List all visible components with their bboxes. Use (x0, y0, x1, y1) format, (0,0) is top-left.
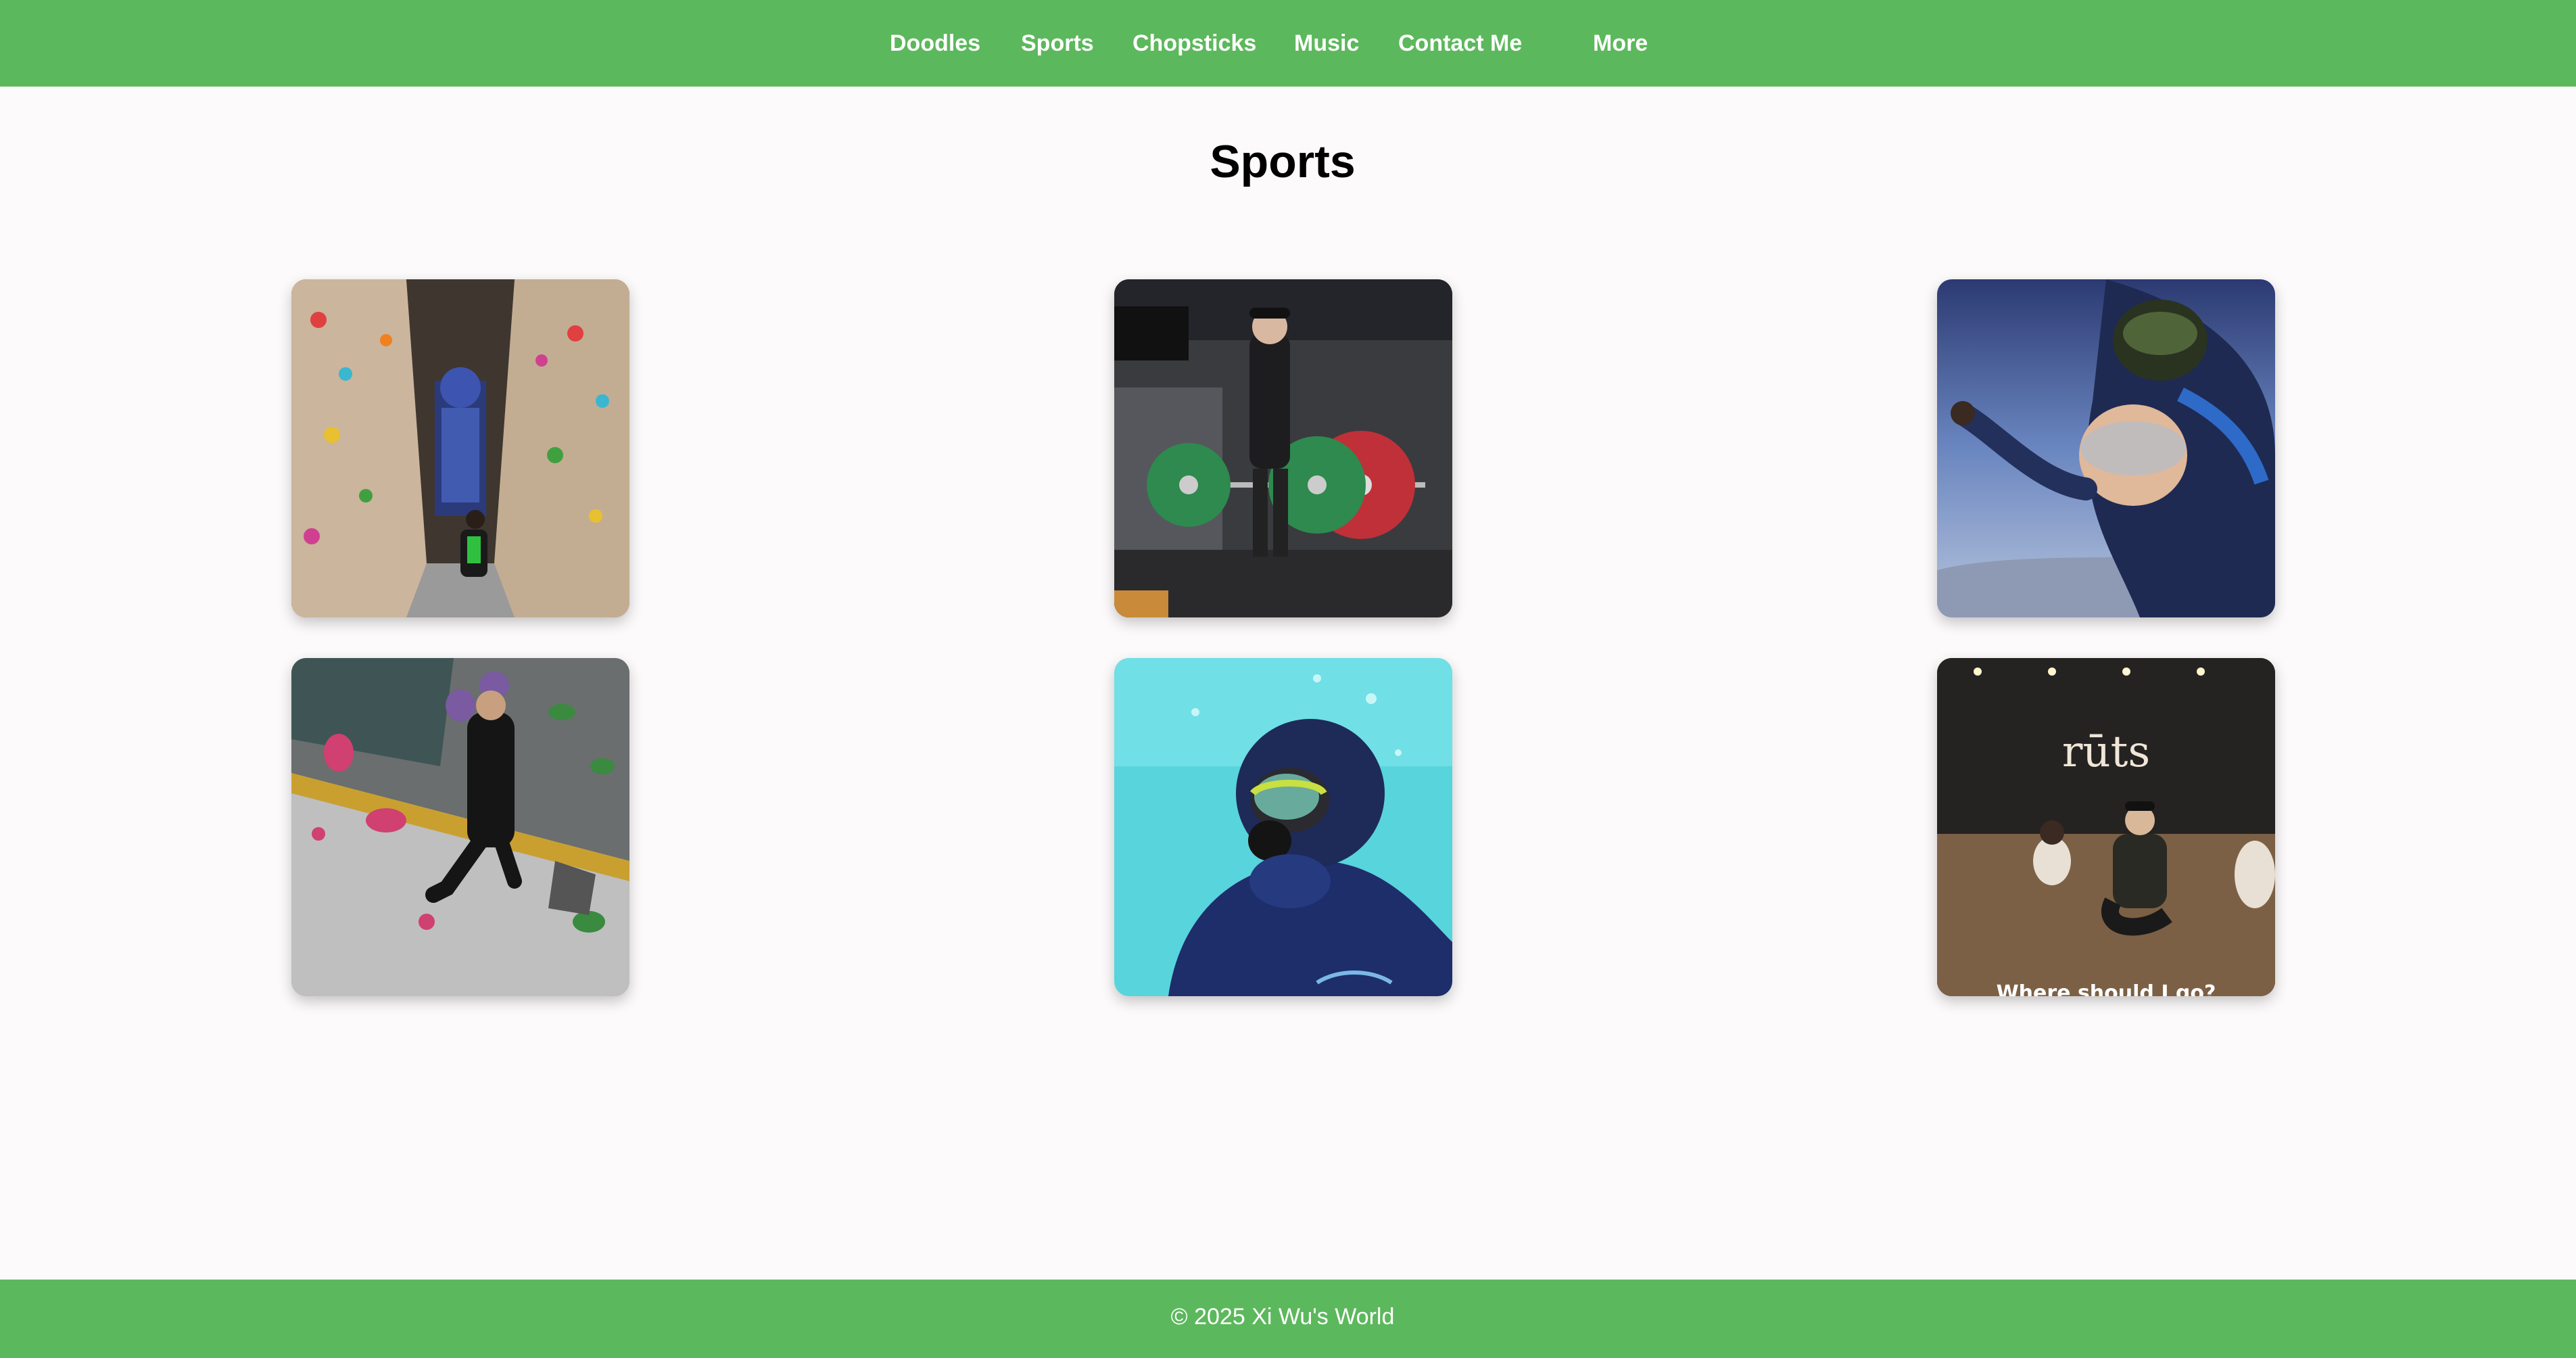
photo-deadlift[interactable] (1114, 279, 1452, 617)
photo-bouldering[interactable] (291, 658, 629, 996)
top-nav: Doodles Sports Chopsticks Music Contact … (0, 0, 2576, 87)
photo-climbing-gym[interactable] (291, 279, 629, 617)
nav-item-chopsticks[interactable]: Chopsticks (1132, 24, 1256, 62)
climbing-gym-image (291, 279, 629, 617)
nav-item-sports[interactable]: Sports (1021, 24, 1094, 62)
bouldering-image (291, 658, 629, 996)
studio-sign: rūts (2062, 727, 2150, 777)
scuba-diving-image (1114, 658, 1452, 996)
nav-item-music[interactable]: Music (1294, 24, 1359, 62)
page: Doodles Sports Chopsticks Music Contact … (0, 0, 2576, 1358)
nav-item-contact-me[interactable]: Contact Me (1398, 24, 1522, 62)
skydiving-image (1937, 279, 2275, 617)
photo-skydiving[interactable] (1937, 279, 2275, 617)
page-title: Sports (1210, 136, 1356, 187)
deadlift-image (1114, 279, 1452, 617)
dance-studio-image: rūts Where should I go? (1937, 658, 2275, 996)
photo-dance-studio[interactable]: rūts Where should I go? (1937, 658, 2275, 996)
footer: © 2025 Xi Wu's World (0, 1280, 2576, 1358)
footer-copyright: © 2025 Xi Wu's World (1170, 1304, 1395, 1330)
photo-scuba-diving[interactable] (1114, 658, 1452, 996)
video-caption: Where should I go? (1997, 981, 2216, 996)
nav-item-doodles[interactable]: Doodles (890, 24, 980, 62)
nav-item-more[interactable]: More (1593, 24, 1648, 62)
